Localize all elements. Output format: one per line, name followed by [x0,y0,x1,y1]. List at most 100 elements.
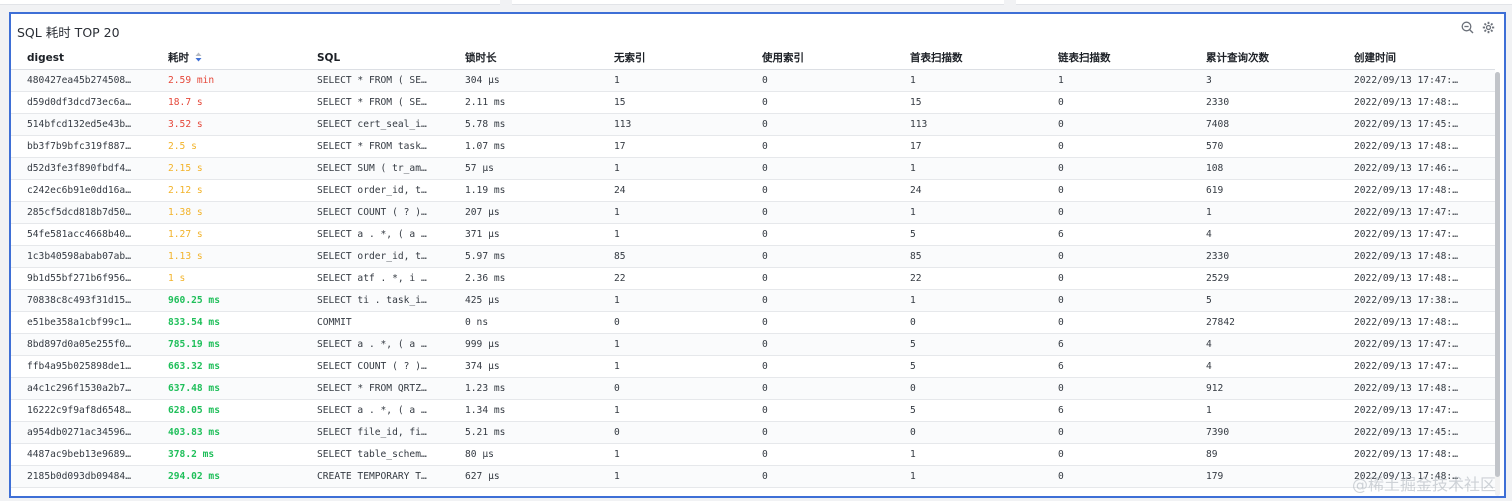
created-time-cell: 2022/09/13 17:47:… [1338,201,1495,224]
table-row[interactable]: c242ec6b91e0dd16a… 2.12 s SELECT order_id,… [11,179,1495,202]
vertical-scrollbar[interactable] [1495,72,1500,496]
digest-cell: e51be358a1cbf99c1… [11,311,152,334]
query-count-cell: 619 [1190,179,1338,202]
digest-cell: 4487ac9beb13e9689… [11,443,152,466]
column-header-join-scans[interactable]: 链表扫描数 [1042,46,1190,70]
join-scan-cell: 0 [1042,135,1190,158]
lock-time-cell: 2.36 ms [449,267,598,290]
no-index-cell: 113 [598,113,746,136]
use-index-cell: 0 [746,289,894,312]
use-index-cell: 0 [746,443,894,466]
first-table-scan-cell: 5 [894,223,1042,246]
digest-cell: 16222c9f9af8d6548… [11,399,152,422]
created-time-cell: 2022/09/13 17:46:… [1338,157,1495,180]
use-index-cell: 0 [746,113,894,136]
scrollbar-thumb[interactable] [1495,72,1500,477]
no-index-cell: 1 [598,465,746,488]
digest-cell: 8bd897d0a05e255f0… [11,333,152,356]
no-index-cell: 1 [598,223,746,246]
table-row[interactable]: a954db0271ac34596… 403.83 ms SELECT file_i… [11,421,1495,444]
gear-icon[interactable] [1482,21,1496,35]
first-table-scan-cell: 5 [894,333,1042,356]
query-count-cell: 4 [1190,355,1338,378]
digest-cell: a954db0271ac34596… [11,421,152,444]
use-index-cell: 0 [746,267,894,290]
column-header-use-index[interactable]: 使用索引 [746,46,894,70]
join-scan-cell: 1 [1042,69,1190,92]
table-row[interactable]: 16222c9f9af8d6548… 628.05 ms SELECT a . *,… [11,399,1495,422]
created-time-cell: 2022/09/13 17:48:… [1338,91,1495,114]
lock-time-cell: 371 μs [449,223,598,246]
table-row[interactable]: ffb4a95b025898de1… 663.32 ms SELECT COUNT … [11,355,1495,378]
join-scan-cell: 0 [1042,113,1190,136]
column-header-created-time[interactable]: 创建时间 [1338,46,1495,70]
use-index-cell: 0 [746,355,894,378]
lock-time-cell: 627 μs [449,465,598,488]
created-time-cell: 2022/09/13 17:47:… [1338,223,1495,246]
column-header-digest[interactable]: digest [11,46,152,70]
table-row[interactable]: 480427ea45b274508… 2.59 min SELECT * FROM … [11,69,1495,92]
column-header-duration[interactable]: 耗时 [152,46,301,70]
use-index-cell: 0 [746,69,894,92]
table-row[interactable]: bb3f7b9bfc319f887… 2.5 s SELECT * FROM tas… [11,135,1495,158]
table-row[interactable]: 9b1d55bf271b6f956… 1 s SELECT atf . *, i …… [11,267,1495,290]
sql-cell: SELECT SUM ( tr_am… [301,157,449,180]
table-row[interactable]: a4c1c296f1530a2b7… 637.48 ms SELECT * FROM… [11,377,1495,400]
no-index-cell: 1 [598,69,746,92]
column-header-sql[interactable]: SQL [301,46,449,70]
no-index-cell: 0 [598,421,746,444]
duration-cell: 1 s [152,267,301,290]
column-header-no-index[interactable]: 无索引 [598,46,746,70]
created-time-cell: 2022/09/13 17:48:… [1338,135,1495,158]
use-index-cell: 0 [746,465,894,488]
no-index-cell: 17 [598,135,746,158]
join-scan-cell: 6 [1042,355,1190,378]
join-scan-cell: 6 [1042,223,1190,246]
table-row[interactable]: 2185b0d093db09484… 294.02 ms CREATE TEMPOR… [11,465,1495,488]
join-scan-cell: 6 [1042,333,1190,356]
lock-time-cell: 999 μs [449,333,598,356]
sort-icon[interactable] [195,52,202,65]
use-index-cell: 0 [746,135,894,158]
join-scan-cell: 0 [1042,421,1190,444]
table-row[interactable]: d52d3fe3f890fbdf4… 2.15 s SELECT SUM ( tr_… [11,157,1495,180]
sql-cell: SELECT COUNT ( ? )… [301,355,449,378]
dashboard-panel-edge [512,0,1004,5]
no-index-cell: 1 [598,355,746,378]
table-row[interactable]: 514bfcd132ed5e43b… 3.52 s SELECT cert_seal… [11,113,1495,136]
column-header-lock-time[interactable]: 锁时长 [449,46,598,70]
table-row[interactable]: 54fe581acc4668b40… 1.27 s SELECT a . *, ( … [11,223,1495,246]
digest-cell: 480427ea45b274508… [11,69,152,92]
digest-cell: ffb4a95b025898de1… [11,355,152,378]
duration-cell: 403.83 ms [152,421,301,444]
duration-cell: 2.12 s [152,179,301,202]
lock-time-cell: 80 μs [449,443,598,466]
sql-cell: SELECT table_schem… [301,443,449,466]
table-row[interactable]: 1c3b40598abab07ab… 1.13 s SELECT order_id,… [11,245,1495,268]
sql-cell: SELECT * FROM QRTZ… [301,377,449,400]
first-table-scan-cell: 0 [894,311,1042,334]
query-count-cell: 5 [1190,289,1338,312]
first-table-scan-cell: 0 [894,377,1042,400]
column-header-total-queries[interactable]: 累计查询次数 [1190,46,1338,70]
table-row[interactable]: e51be358a1cbf99c1… 833.54 ms COMMIT 0 ns 0 0 0… [11,311,1495,334]
zoom-out-icon[interactable] [1461,21,1475,35]
table-row[interactable]: 8bd897d0a05e255f0… 785.19 ms SELECT a . *,… [11,333,1495,356]
first-table-scan-cell: 5 [894,399,1042,422]
table-row[interactable]: 4487ac9beb13e9689… 378.2 ms SELECT table_s… [11,443,1495,466]
digest-cell: 285cf5dcd818b7d50… [11,201,152,224]
created-time-cell: 2022/09/13 17:48:… [1338,443,1495,466]
table-row[interactable]: 285cf5dcd818b7d50… 1.38 s SELECT COUNT ( ?… [11,201,1495,224]
table-row[interactable]: 70838c8c493f31d15… 960.25 ms SELECT ti . t… [11,289,1495,312]
created-time-cell: 2022/09/13 17:47:… [1338,399,1495,422]
column-header-first-table-scans[interactable]: 首表扫描数 [894,46,1042,70]
query-count-cell: 4 [1190,223,1338,246]
query-count-cell: 570 [1190,135,1338,158]
lock-time-cell: 57 μs [449,157,598,180]
use-index-cell: 0 [746,179,894,202]
sql-cell: SELECT * FROM task… [301,135,449,158]
created-time-cell: 2022/09/13 17:45:… [1338,421,1495,444]
digest-cell: 54fe581acc4668b40… [11,223,152,246]
lock-time-cell: 5.21 ms [449,421,598,444]
table-row[interactable]: d59d0df3dcd73ec6a… 18.7 s SELECT * FROM ( … [11,91,1495,114]
